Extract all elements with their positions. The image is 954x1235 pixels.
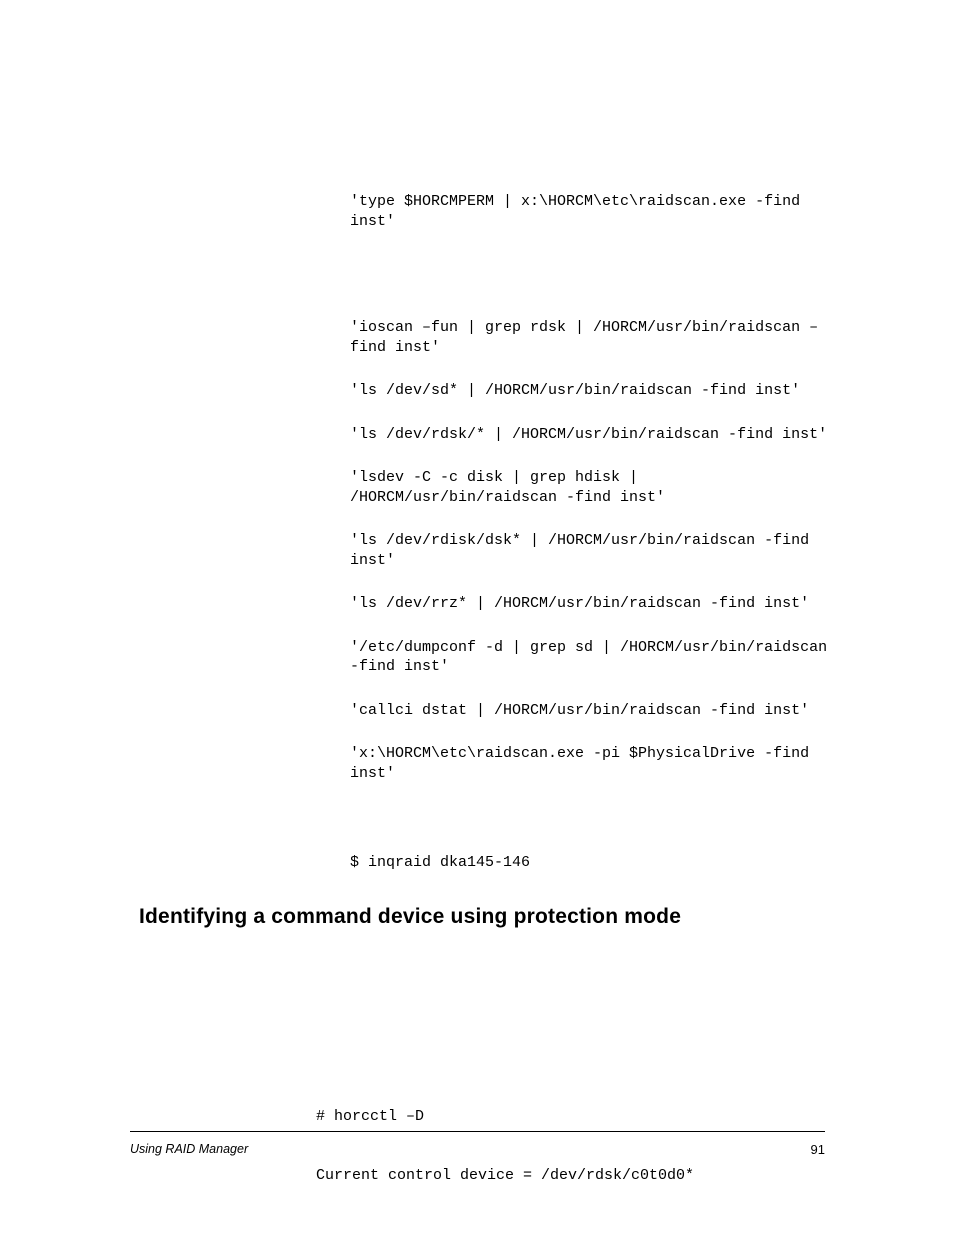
code-line: 'ioscan –fun | grep rdsk | /HORCM/usr/bi…	[350, 318, 840, 357]
footer-page-number: 91	[811, 1142, 825, 1157]
footer-chapter-title: Using RAID Manager	[130, 1142, 248, 1156]
code-listing-block: 'type $HORCMPERM | x:\HORCM\etc\raidscan…	[350, 192, 840, 807]
code-line: 'callci dstat | /HORCM/usr/bin/raidscan …	[350, 701, 840, 721]
code-example-line: # horcctl –D	[316, 1107, 836, 1127]
code-line: 'ls /dev/rrz* | /HORCM/usr/bin/raidscan …	[350, 594, 840, 614]
code-line: 'lsdev -C -c disk | grep hdisk | /HORCM/…	[350, 468, 840, 507]
code-line: 'ls /dev/rdisk/dsk* | /HORCM/usr/bin/rai…	[350, 531, 840, 570]
code-example-line: Current control device = /dev/rdsk/c0t0d…	[316, 1166, 836, 1186]
footer-divider	[130, 1131, 825, 1132]
code-line: 'ls /dev/rdsk/* | /HORCM/usr/bin/raidsca…	[350, 425, 840, 445]
section-heading: Identifying a command device using prote…	[139, 905, 681, 929]
code-line: '/etc/dumpconf -d | grep sd | /HORCM/usr…	[350, 638, 840, 677]
code-example-block: # horcctl –D Current control device = /d…	[316, 1068, 836, 1224]
code-line: 'ls /dev/sd* | /HORCM/usr/bin/raidscan -…	[350, 381, 840, 401]
code-inqraid: $ inqraid dka145-146	[350, 853, 840, 873]
code-line: 'type $HORCMPERM | x:\HORCM\etc\raidscan…	[350, 192, 840, 231]
document-page: 'type $HORCMPERM | x:\HORCM\etc\raidscan…	[0, 0, 954, 1235]
code-line: 'x:\HORCM\etc\raidscan.exe -pi $Physical…	[350, 744, 840, 783]
